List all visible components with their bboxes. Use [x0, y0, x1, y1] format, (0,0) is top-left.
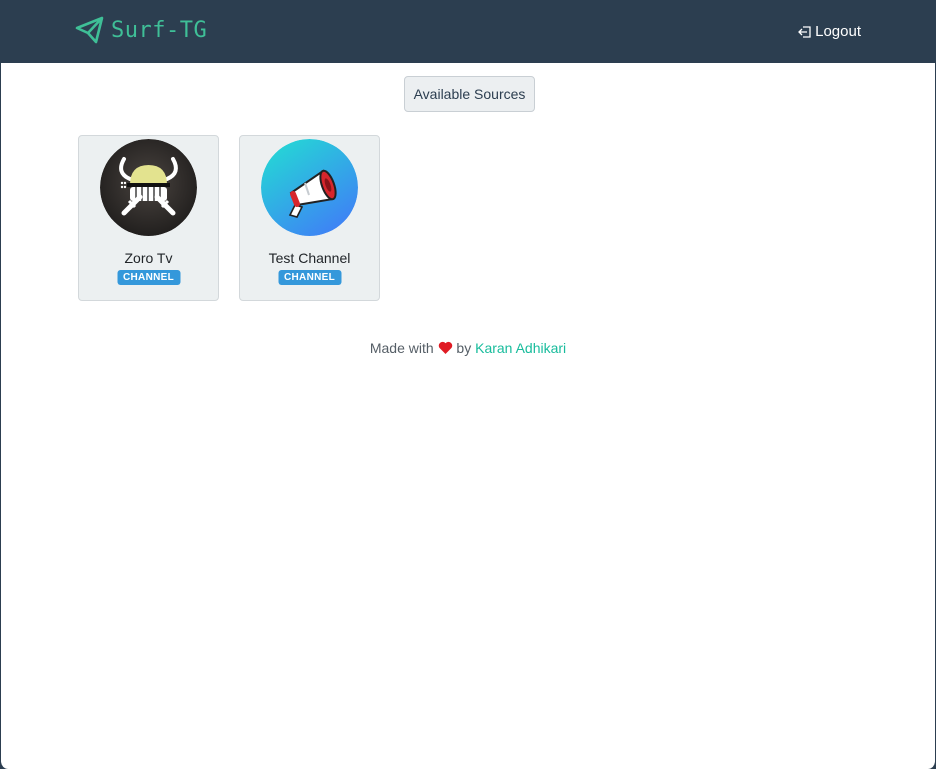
- author-link[interactable]: Karan Adhikari: [475, 340, 566, 356]
- heart-icon: [438, 341, 452, 354]
- source-card-test-channel[interactable]: Test Channel CHANNEL: [239, 135, 380, 301]
- footer-made-with: Made with: [369, 340, 434, 356]
- footer: Made with by Karan Adhikari: [1, 340, 935, 356]
- source-name: Test Channel: [268, 250, 351, 266]
- logout-label: Logout: [815, 23, 861, 40]
- zoro-avatar: [100, 139, 197, 236]
- source-name: Zoro Tv: [124, 250, 173, 266]
- footer-by: by: [456, 340, 472, 356]
- channel-badge: CHANNEL: [117, 270, 180, 285]
- navbar: Surf-TG Logout: [1, 0, 935, 63]
- test-channel-avatar: [261, 139, 358, 236]
- logout-button[interactable]: Logout: [798, 23, 861, 40]
- brand-name: Surf-TG: [111, 17, 208, 43]
- megaphone-icon: [261, 139, 358, 236]
- zoro-logo: [100, 139, 197, 236]
- source-card-zoro-tv[interactable]: Zoro Tv CHANNEL: [78, 135, 219, 301]
- brand-link[interactable]: Surf-TG: [75, 16, 207, 44]
- available-sources-button[interactable]: Available Sources: [404, 76, 535, 112]
- telegram-plane-icon: [75, 16, 104, 44]
- logout-icon: [798, 25, 811, 38]
- channel-badge: CHANNEL: [278, 270, 341, 285]
- page: Surf-TG Logout Available Sources Zoro Tv…: [0, 0, 936, 769]
